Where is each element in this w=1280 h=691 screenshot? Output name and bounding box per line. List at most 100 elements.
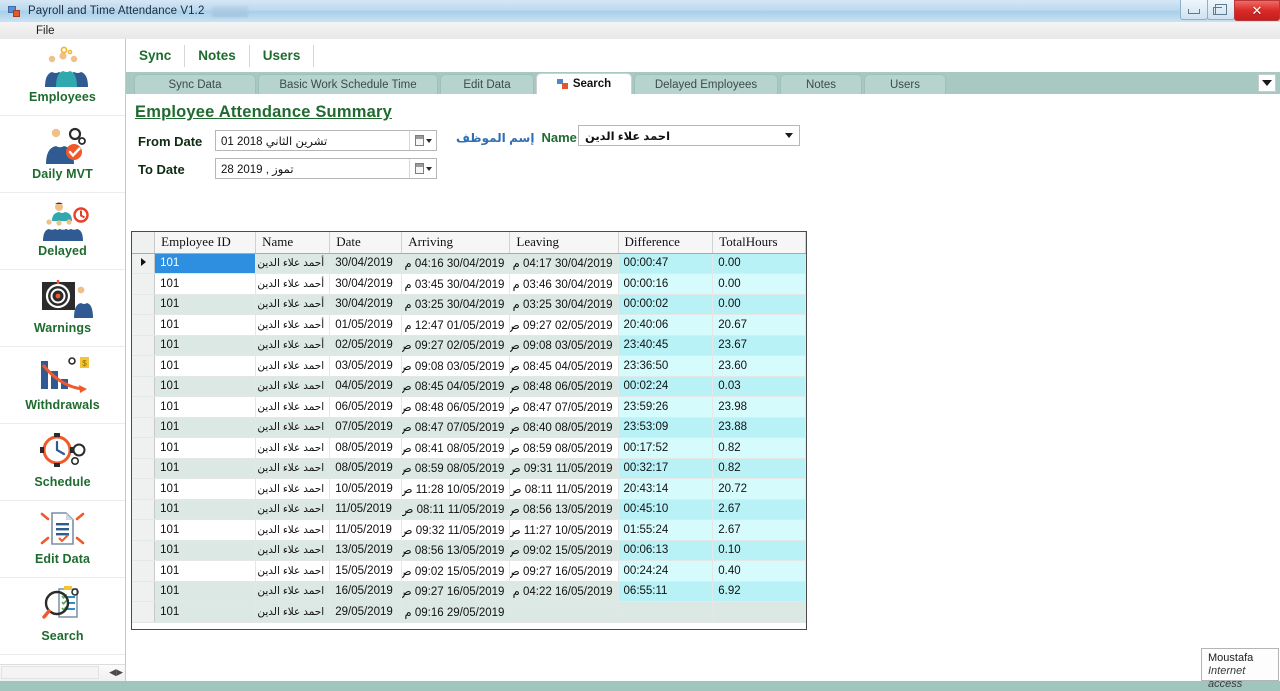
cell-name[interactable]: احمد علاء الدين: [255, 396, 331, 418]
row-selector-cell[interactable]: [132, 253, 156, 274]
cell-arriving[interactable]: 29/05/2019 09:16 م: [401, 601, 511, 623]
cell-name[interactable]: أحمد علاء الدين: [255, 335, 331, 356]
cell-leaving[interactable]: 15/05/2019 09:02 ص: [509, 540, 619, 561]
cell-totalhours[interactable]: 23.88: [712, 417, 806, 438]
cell-leaving[interactable]: 30/04/2019 04:17 م: [509, 253, 619, 274]
cell-arriving[interactable]: 06/05/2019 08:48 ص: [401, 396, 511, 418]
table-row[interactable]: 101 احمد علاء الدين 13/05/2019 13/05/2019 0…: [132, 540, 806, 561]
cell-date[interactable]: 30/04/2019: [329, 273, 403, 295]
table-row[interactable]: 101 أحمد علاء الدين 30/04/2019 30/04/2019 0…: [132, 253, 806, 274]
cell-arriving[interactable]: 30/04/2019 04:16 م: [401, 253, 511, 274]
maximize-button[interactable]: [1207, 0, 1235, 20]
cell-arriving[interactable]: 08/05/2019 08:59 ص: [401, 458, 511, 479]
row-selector-cell[interactable]: [132, 294, 156, 315]
cell-date[interactable]: 11/05/2019: [329, 519, 403, 541]
cell-leaving[interactable]: 07/05/2019 08:47 ص: [509, 396, 619, 418]
cell-difference[interactable]: 00:45:10: [618, 499, 714, 520]
cell-name[interactable]: احمد علاء الدين: [255, 376, 331, 397]
cell-date[interactable]: 03/05/2019: [329, 355, 403, 377]
from-date-dropdown-button[interactable]: [409, 131, 436, 150]
sidebar-item-schedule[interactable]: Schedule: [0, 424, 125, 501]
cell-arriving[interactable]: 11/05/2019 08:11 ص: [401, 499, 511, 520]
cell-name[interactable]: احمد علاء الدين: [255, 499, 331, 520]
cell-leaving[interactable]: 13/05/2019 08:56 ص: [509, 499, 619, 520]
cell-date[interactable]: 02/05/2019: [329, 335, 403, 356]
cell-leaving[interactable]: [509, 601, 619, 623]
row-selector-cell[interactable]: [132, 355, 156, 377]
table-row[interactable]: 101 احمد علاء الدين 08/05/2019 08/05/2019 0…: [132, 437, 806, 459]
cell-totalhours[interactable]: 0.03: [712, 376, 806, 397]
tab-delayed-employees[interactable]: Delayed Employees: [634, 74, 778, 94]
row-selector-cell[interactable]: [132, 314, 156, 336]
cell-date[interactable]: 01/05/2019: [329, 314, 403, 336]
table-row[interactable]: 101 احمد علاء الدين 06/05/2019 06/05/2019 0…: [132, 396, 806, 418]
table-row[interactable]: 101 أحمد علاء الدين 30/04/2019 30/04/2019 0…: [132, 273, 806, 295]
cell-employee-id[interactable]: 101: [154, 458, 257, 479]
cell-employee-id[interactable]: 101: [154, 499, 257, 520]
cell-name[interactable]: احمد علاء الدين: [255, 417, 331, 438]
cell-name[interactable]: احمد علاء الدين: [255, 437, 331, 459]
cell-employee-id[interactable]: 101: [154, 519, 257, 541]
cell-difference[interactable]: 01:55:24: [618, 519, 714, 541]
row-selector-cell[interactable]: [132, 396, 156, 418]
cell-totalhours[interactable]: 23.98: [712, 396, 806, 418]
cell-date[interactable]: 15/05/2019: [329, 560, 403, 582]
cell-name[interactable]: أحمد علاء الدين: [255, 294, 331, 315]
cell-name[interactable]: احمد علاء الدين: [255, 581, 331, 602]
table-row[interactable]: 101 احمد علاء الدين 10/05/2019 10/05/2019 1…: [132, 478, 806, 500]
cell-difference[interactable]: 00:00:16: [618, 273, 714, 295]
cell-difference[interactable]: 23:40:45: [618, 335, 714, 356]
nav-item-notes[interactable]: Notes: [185, 44, 250, 67]
cell-leaving[interactable]: 11/05/2019 08:11 ص: [509, 478, 619, 500]
cell-employee-id[interactable]: 101: [154, 294, 257, 315]
cell-difference[interactable]: 06:55:11: [618, 581, 714, 602]
minimize-button[interactable]: [1180, 0, 1208, 20]
sidebar-item-search[interactable]: Search: [0, 578, 125, 655]
cell-difference[interactable]: 23:36:50: [618, 355, 714, 377]
cell-arriving[interactable]: 07/05/2019 08:47 ص: [401, 417, 511, 438]
cell-date[interactable]: 10/05/2019: [329, 478, 403, 500]
row-selector-cell[interactable]: [132, 458, 156, 479]
menu-item-file[interactable]: File: [28, 25, 63, 37]
column-header-date[interactable]: Date: [329, 232, 403, 254]
cell-leaving[interactable]: 08/05/2019 08:40 ص: [509, 417, 619, 438]
to-date-dropdown-button[interactable]: [409, 159, 436, 178]
table-row[interactable]: 101 أحمد علاء الدين 30/04/2019 30/04/2019 0…: [132, 294, 806, 315]
cell-totalhours[interactable]: 6.92: [712, 581, 806, 602]
cell-date[interactable]: 08/05/2019: [329, 458, 403, 479]
cell-totalhours[interactable]: 0.00: [712, 253, 806, 274]
sidebar-item-edit-data[interactable]: Edit Data: [0, 501, 125, 578]
table-row[interactable]: 101 أحمد علاء الدين 01/05/2019 01/05/2019 1…: [132, 314, 806, 336]
cell-date[interactable]: 11/05/2019: [329, 499, 403, 520]
column-header-difference[interactable]: Difference: [618, 232, 714, 254]
tab-users[interactable]: Users: [864, 74, 946, 94]
table-row[interactable]: 101 احمد علاء الدين 16/05/2019 16/05/2019 0…: [132, 581, 806, 602]
column-header-totalhours[interactable]: TotalHours: [712, 232, 806, 254]
table-row[interactable]: 101 أحمد علاء الدين 02/05/2019 02/05/2019 0…: [132, 335, 806, 356]
row-selector-cell[interactable]: [132, 519, 156, 541]
cell-name[interactable]: احمد علاء الدين: [255, 560, 331, 582]
cell-employee-id[interactable]: 101: [154, 396, 257, 418]
cell-arriving[interactable]: 11/05/2019 09:32 ص: [401, 519, 511, 541]
cell-arriving[interactable]: 02/05/2019 09:27 ص: [401, 335, 511, 356]
cell-employee-id[interactable]: 101: [154, 376, 257, 397]
row-selector-cell[interactable]: [132, 499, 156, 520]
cell-date[interactable]: 29/05/2019: [329, 601, 403, 623]
cell-leaving[interactable]: 16/05/2019 09:27 ص: [509, 560, 619, 582]
cell-name[interactable]: احمد علاء الدين: [255, 458, 331, 479]
nav-item-users[interactable]: Users: [250, 44, 315, 67]
nav-item-sync[interactable]: Sync: [126, 44, 186, 67]
cell-name[interactable]: أحمد علاء الدين: [255, 314, 331, 336]
cell-date[interactable]: 30/04/2019: [329, 253, 403, 274]
row-selector-cell[interactable]: [132, 478, 156, 500]
attendance-grid[interactable]: Employee ID Name Date Arriving Leaving D…: [131, 231, 807, 630]
cell-arriving[interactable]: 30/04/2019 03:45 م: [401, 273, 511, 295]
cell-employee-id[interactable]: 101: [154, 417, 257, 438]
cell-difference[interactable]: 00:00:02: [618, 294, 714, 315]
cell-leaving[interactable]: 02/05/2019 09:27 ص: [509, 314, 619, 336]
cell-employee-id[interactable]: 101: [154, 581, 257, 602]
row-selector-cell[interactable]: [132, 273, 156, 295]
employee-name-select[interactable]: احمد علاء الدين: [578, 125, 800, 146]
cell-arriving[interactable]: 08/05/2019 08:41 ص: [401, 437, 511, 459]
tab-edit-data[interactable]: Edit Data: [440, 74, 534, 94]
